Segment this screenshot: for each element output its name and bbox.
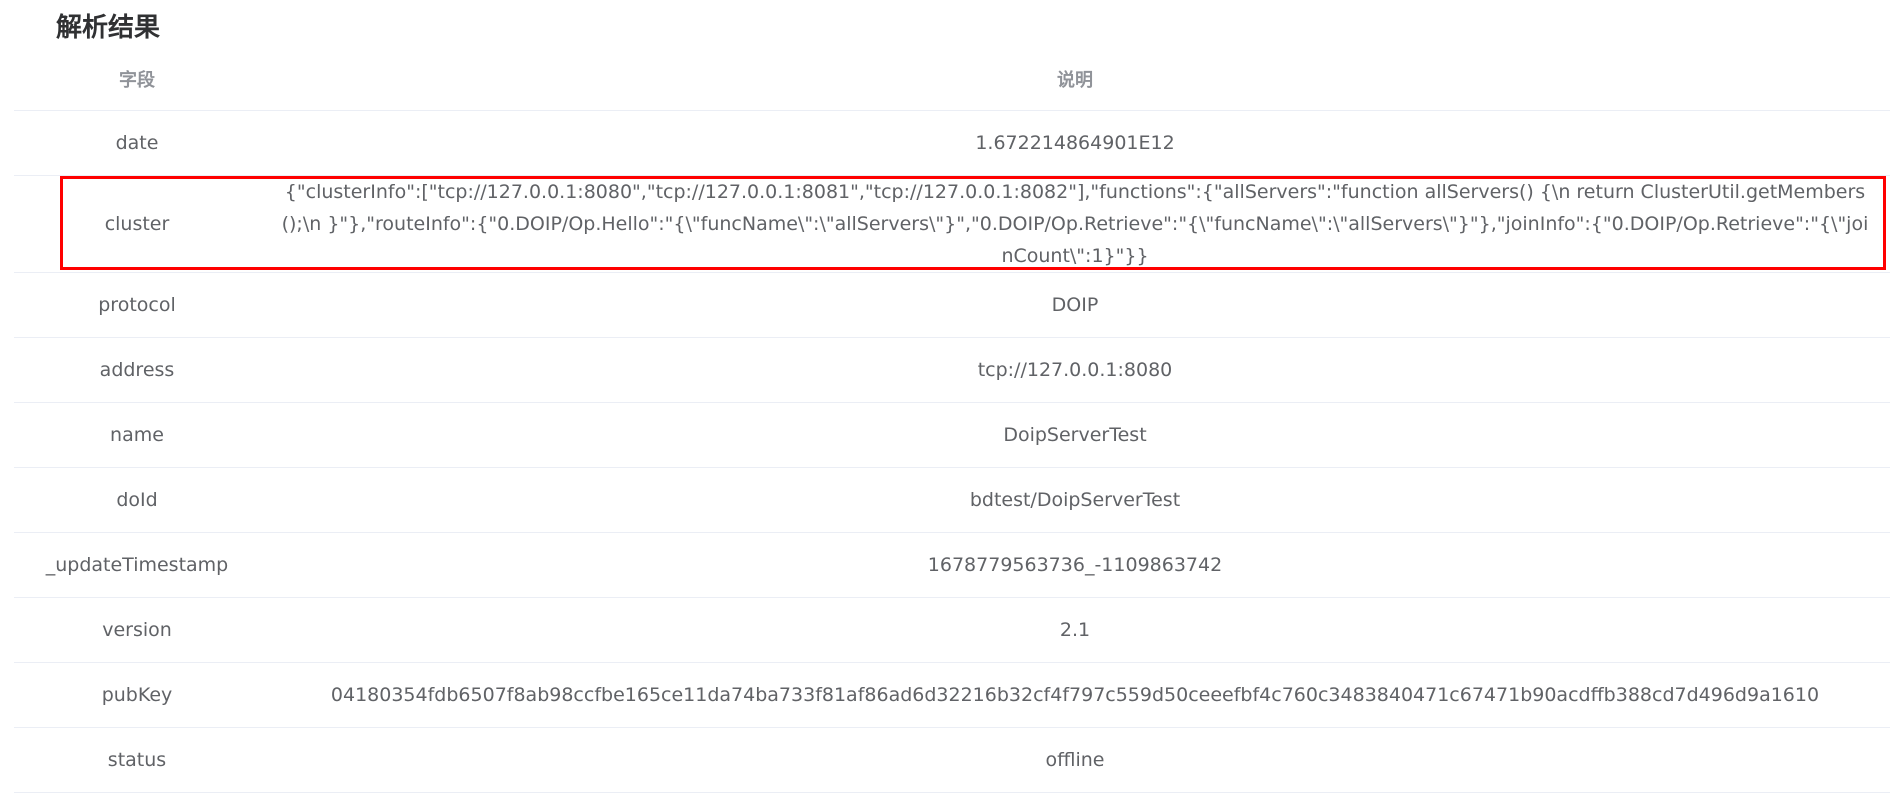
page-title: 解析结果 [56,13,161,43]
table-header: 字段 说明 [14,48,1890,111]
value-cell: 1.672214864901E12 [260,110,1890,176]
table-row: date 1.672214864901E12 [14,110,1890,176]
field-cell: name [14,402,260,468]
value-cell: tcp://127.0.0.1:8080 [260,337,1890,403]
column-header-description: 说明 [260,48,1890,111]
header-row: 字段 说明 [14,48,1890,111]
table-row: name DoipServerTest [14,402,1890,468]
value-cell: bdtest/DoipServerTest [260,467,1890,533]
result-table: 字段 说明 date 1.672214864901E12 cluster {"c… [14,48,1890,793]
table-row: protocol DOIP [14,272,1890,338]
value-cell: DoipServerTest [260,402,1890,468]
field-cell: _updateTimestamp [14,532,260,598]
table-row: address tcp://127.0.0.1:8080 [14,337,1890,403]
field-cell: address [14,337,260,403]
field-cell: status [14,727,260,793]
value-cell: DOIP [260,272,1890,338]
field-cell: version [14,597,260,663]
column-header-field: 字段 [14,48,260,111]
value-cell: offline [260,727,1890,793]
table-row: status offline [14,727,1890,793]
value-cell: 2.1 [260,597,1890,663]
table-row: _updateTimestamp 1678779563736_-11098637… [14,532,1890,598]
table-body: date 1.672214864901E12 cluster {"cluster… [14,110,1890,793]
field-cell: doId [14,467,260,533]
field-cell: protocol [14,272,260,338]
table-row: doId bdtest/DoipServerTest [14,467,1890,533]
table-row: cluster {"clusterInfo":["tcp://127.0.0.1… [14,175,1890,273]
field-cell: pubKey [14,662,260,728]
value-cell: 04180354fdb6507f8ab98ccfbe165ce11da74ba7… [260,662,1890,728]
field-cell: date [14,110,260,176]
table-row: pubKey 04180354fdb6507f8ab98ccfbe165ce11… [14,662,1890,728]
value-cell: 1678779563736_-1109863742 [260,532,1890,598]
value-cell: {"clusterInfo":["tcp://127.0.0.1:8080","… [260,175,1890,273]
field-cell: cluster [14,175,260,273]
table-row: version 2.1 [14,597,1890,663]
